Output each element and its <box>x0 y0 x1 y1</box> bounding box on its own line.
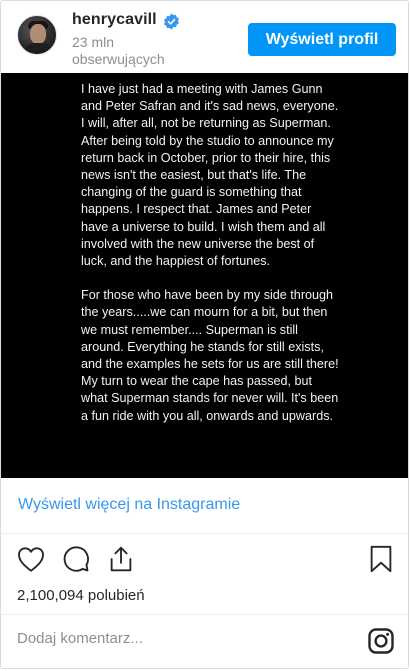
followers-number: 23 mln <box>72 34 115 50</box>
action-bar <box>1 541 408 581</box>
view-profile-button[interactable]: Wyświetl profil <box>248 23 396 56</box>
followers-count: 23 mln obserwujących <box>72 34 165 68</box>
view-more-link[interactable]: Wyświetl więcej na Instagramie <box>18 496 240 514</box>
username[interactable]: henrycavill <box>72 11 157 29</box>
share-icon[interactable] <box>106 543 136 575</box>
divider <box>1 533 408 534</box>
post-paragraph-1: I have just had a meeting with James Gun… <box>81 82 339 269</box>
post-image-text: I have just had a meeting with James Gun… <box>81 81 341 442</box>
likes-count[interactable]: 2,100,094 polubień <box>17 587 145 604</box>
followers-label: obserwujących <box>72 51 165 67</box>
post-paragraph-2: For those who have been by my side throu… <box>81 288 339 423</box>
heart-icon[interactable] <box>16 543 46 575</box>
instagram-logo-icon[interactable] <box>368 628 394 654</box>
verified-badge-icon <box>164 13 179 30</box>
bookmark-icon[interactable] <box>366 543 396 575</box>
post-header: henrycavill 23 mln obserwujących Wyświet… <box>1 1 408 73</box>
divider <box>1 614 408 615</box>
comment-input[interactable]: Dodaj komentarz... <box>17 630 143 647</box>
avatar[interactable] <box>17 15 57 55</box>
post-image[interactable]: I have just had a meeting with James Gun… <box>1 73 408 478</box>
comment-bubble-icon[interactable] <box>61 543 91 575</box>
instagram-embed: henrycavill 23 mln obserwujących Wyświet… <box>0 0 409 669</box>
comment-area: Dodaj komentarz... <box>1 616 408 668</box>
